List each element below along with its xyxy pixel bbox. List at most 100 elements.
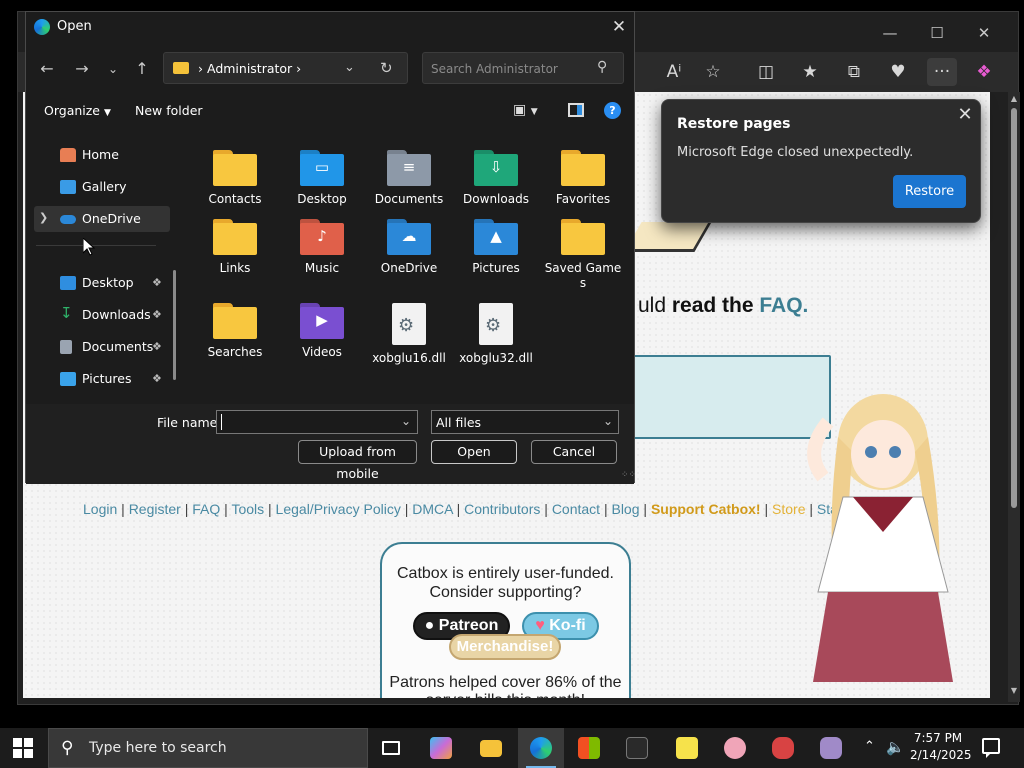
file-explorer-icon[interactable] (468, 728, 514, 768)
footer-link[interactable]: FAQ (192, 501, 220, 517)
start-windows-icon[interactable] (13, 738, 33, 758)
organize-button[interactable]: Organize ▼ (44, 103, 111, 118)
app-characters-icon[interactable] (808, 728, 854, 768)
folder-icon: ♪ (300, 219, 344, 255)
file-item[interactable]: ☁ OneDrive (370, 219, 448, 276)
clock[interactable]: 7:57 PM 2/14/2025 (910, 730, 972, 764)
copilot-taskbar-icon[interactable] (418, 728, 464, 768)
file-item[interactable]: ♪ Music (283, 219, 361, 276)
documents-icon (60, 340, 72, 354)
footer-link[interactable]: Support Catbox! (651, 501, 761, 517)
footer-link[interactable]: Contributors (464, 501, 540, 517)
footer-link[interactable]: Legal/Privacy Policy (276, 501, 401, 517)
minimize-button[interactable]: — (875, 22, 905, 44)
sidebar-item-gallery[interactable]: Gallery (34, 174, 170, 200)
file-item[interactable]: Links (196, 219, 274, 276)
expand-chevron-icon[interactable]: ❯ (39, 211, 48, 224)
file-item[interactable]: ⇩ Downloads (457, 150, 535, 207)
collections-icon[interactable]: ⧉ (839, 58, 869, 86)
footer-link[interactable]: Blog (611, 501, 639, 517)
faq-link[interactable]: FAQ. (759, 294, 808, 317)
upload-from-mobile-button[interactable]: Upload from mobile (298, 440, 417, 481)
file-item[interactable]: ▶ Videos (283, 303, 361, 360)
file-item[interactable]: ≡ Documents (370, 150, 448, 207)
app-pink-icon[interactable] (712, 728, 758, 768)
footer-link[interactable]: Tools (231, 501, 264, 517)
dialog-close-button[interactable]: ✕ (608, 16, 630, 38)
footer-link[interactable]: Login (83, 501, 117, 517)
microsoft-store-icon[interactable] (566, 728, 612, 768)
taskbar: ⚲ Type here to search ⌃ 🔈 7:57 PM 2/14/2… (0, 728, 1024, 768)
help-icon[interactable]: ? (604, 102, 621, 119)
file-item[interactable]: Favorites (544, 150, 622, 207)
footer-link[interactable]: Contact (552, 501, 600, 517)
favorite-star-icon[interactable]: ☆ (698, 58, 728, 86)
breadcrumb[interactable]: › Administrator › (198, 61, 301, 76)
up-arrow-icon[interactable]: ↑ (131, 58, 153, 80)
folder-icon: ≡ (387, 150, 431, 186)
file-type-select[interactable]: All files ⌄ (431, 410, 619, 434)
file-item[interactable]: ▭ Desktop (283, 150, 361, 207)
search-box[interactable]: ⚲ (422, 52, 624, 84)
footer-link[interactable]: DMCA (412, 501, 452, 517)
address-dropdown-chevron-icon[interactable]: ⌄ (344, 60, 355, 75)
app-red-icon[interactable] (760, 728, 806, 768)
file-item[interactable]: Searches (196, 303, 274, 360)
page-scrollbar-thumb[interactable] (1011, 108, 1017, 508)
new-folder-button[interactable]: New folder (135, 103, 203, 118)
search-input[interactable] (431, 60, 591, 78)
cancel-button[interactable]: Cancel (531, 440, 617, 464)
split-screen-icon[interactable]: ◫ (751, 58, 781, 86)
restore-button[interactable]: Restore (893, 175, 966, 208)
maximize-button[interactable]: ☐ (922, 22, 952, 44)
volume-muted-icon[interactable]: 🔈 (886, 738, 905, 756)
task-view-icon[interactable] (368, 728, 414, 768)
file-name: Videos (302, 345, 342, 359)
favorites-icon[interactable]: ★ (795, 58, 825, 86)
copilot-icon[interactable]: ❖ (969, 58, 999, 86)
taskbar-search-box[interactable]: ⚲ Type here to search (48, 728, 368, 768)
file-item[interactable]: ⚙ xobglu16.dll (370, 303, 448, 366)
close-window-button[interactable]: ✕ (969, 22, 999, 44)
sidebar-item-documents[interactable]: Documents ❖ (34, 334, 170, 360)
nav-pane-scrollbar[interactable] (173, 270, 176, 380)
file-item[interactable]: ▲ Pictures (457, 219, 535, 276)
app-cat-icon[interactable] (614, 728, 660, 768)
edge-taskbar-icon[interactable] (518, 728, 564, 768)
sidebar-item-home[interactable]: Home (34, 142, 170, 168)
preview-pane-icon[interactable] (568, 103, 584, 117)
open-button[interactable]: Open (431, 440, 517, 464)
app-spongebob-icon[interactable] (664, 728, 710, 768)
show-hidden-icons-icon[interactable]: ⌃ (864, 739, 875, 754)
file-name: xobglu32.dll (459, 351, 533, 365)
file-name-combobox[interactable]: ⌄ (216, 410, 418, 434)
change-view-icon[interactable]: ▣ ▼ (513, 102, 538, 118)
forward-arrow-icon[interactable]: → (71, 58, 93, 80)
recent-locations-chevron-icon[interactable]: ⌄ (102, 58, 124, 80)
dll-file-icon: ⚙ (479, 303, 513, 345)
file-item[interactable]: Saved Games (544, 219, 622, 291)
read-aloud-icon[interactable]: Aⁱ (659, 58, 689, 86)
file-item[interactable]: ⚙ xobglu32.dll (457, 303, 535, 366)
search-icon[interactable]: ⚲ (597, 59, 607, 75)
merchandise-button[interactable]: Merchandise! (449, 634, 561, 660)
settings-more-icon[interactable]: ··· (927, 58, 957, 86)
address-bar[interactable]: › Administrator › ⌄ ↻ (163, 52, 408, 84)
file-name-input[interactable] (221, 414, 391, 430)
footer-link[interactable]: Register (129, 501, 181, 517)
back-arrow-icon[interactable]: ← (36, 58, 58, 80)
notifications-icon[interactable] (982, 738, 1000, 758)
chevron-down-icon[interactable]: ⌄ (401, 414, 411, 428)
page-scrollbar[interactable]: ▲ ▼ (1008, 92, 1020, 702)
sidebar-item-pictures[interactable]: Pictures ❖ (34, 366, 170, 392)
sidebar-item-desktop[interactable]: Desktop ❖ (34, 270, 170, 296)
resize-grip-icon[interactable]: ⁘⁘ (621, 470, 636, 480)
file-name: OneDrive (380, 261, 438, 275)
browser-essentials-icon[interactable]: ♥ (883, 58, 913, 86)
file-item[interactable]: Contacts (196, 150, 274, 207)
refresh-icon[interactable]: ↻ (380, 59, 393, 77)
sidebar-item-onedrive[interactable]: ❯ OneDrive (34, 206, 170, 232)
sidebar-item-downloads[interactable]: ↧ Downloads ❖ (34, 302, 170, 328)
close-icon[interactable]: ✕ (955, 105, 975, 125)
dialog-titlebar[interactable]: Open ✕ (26, 12, 634, 42)
